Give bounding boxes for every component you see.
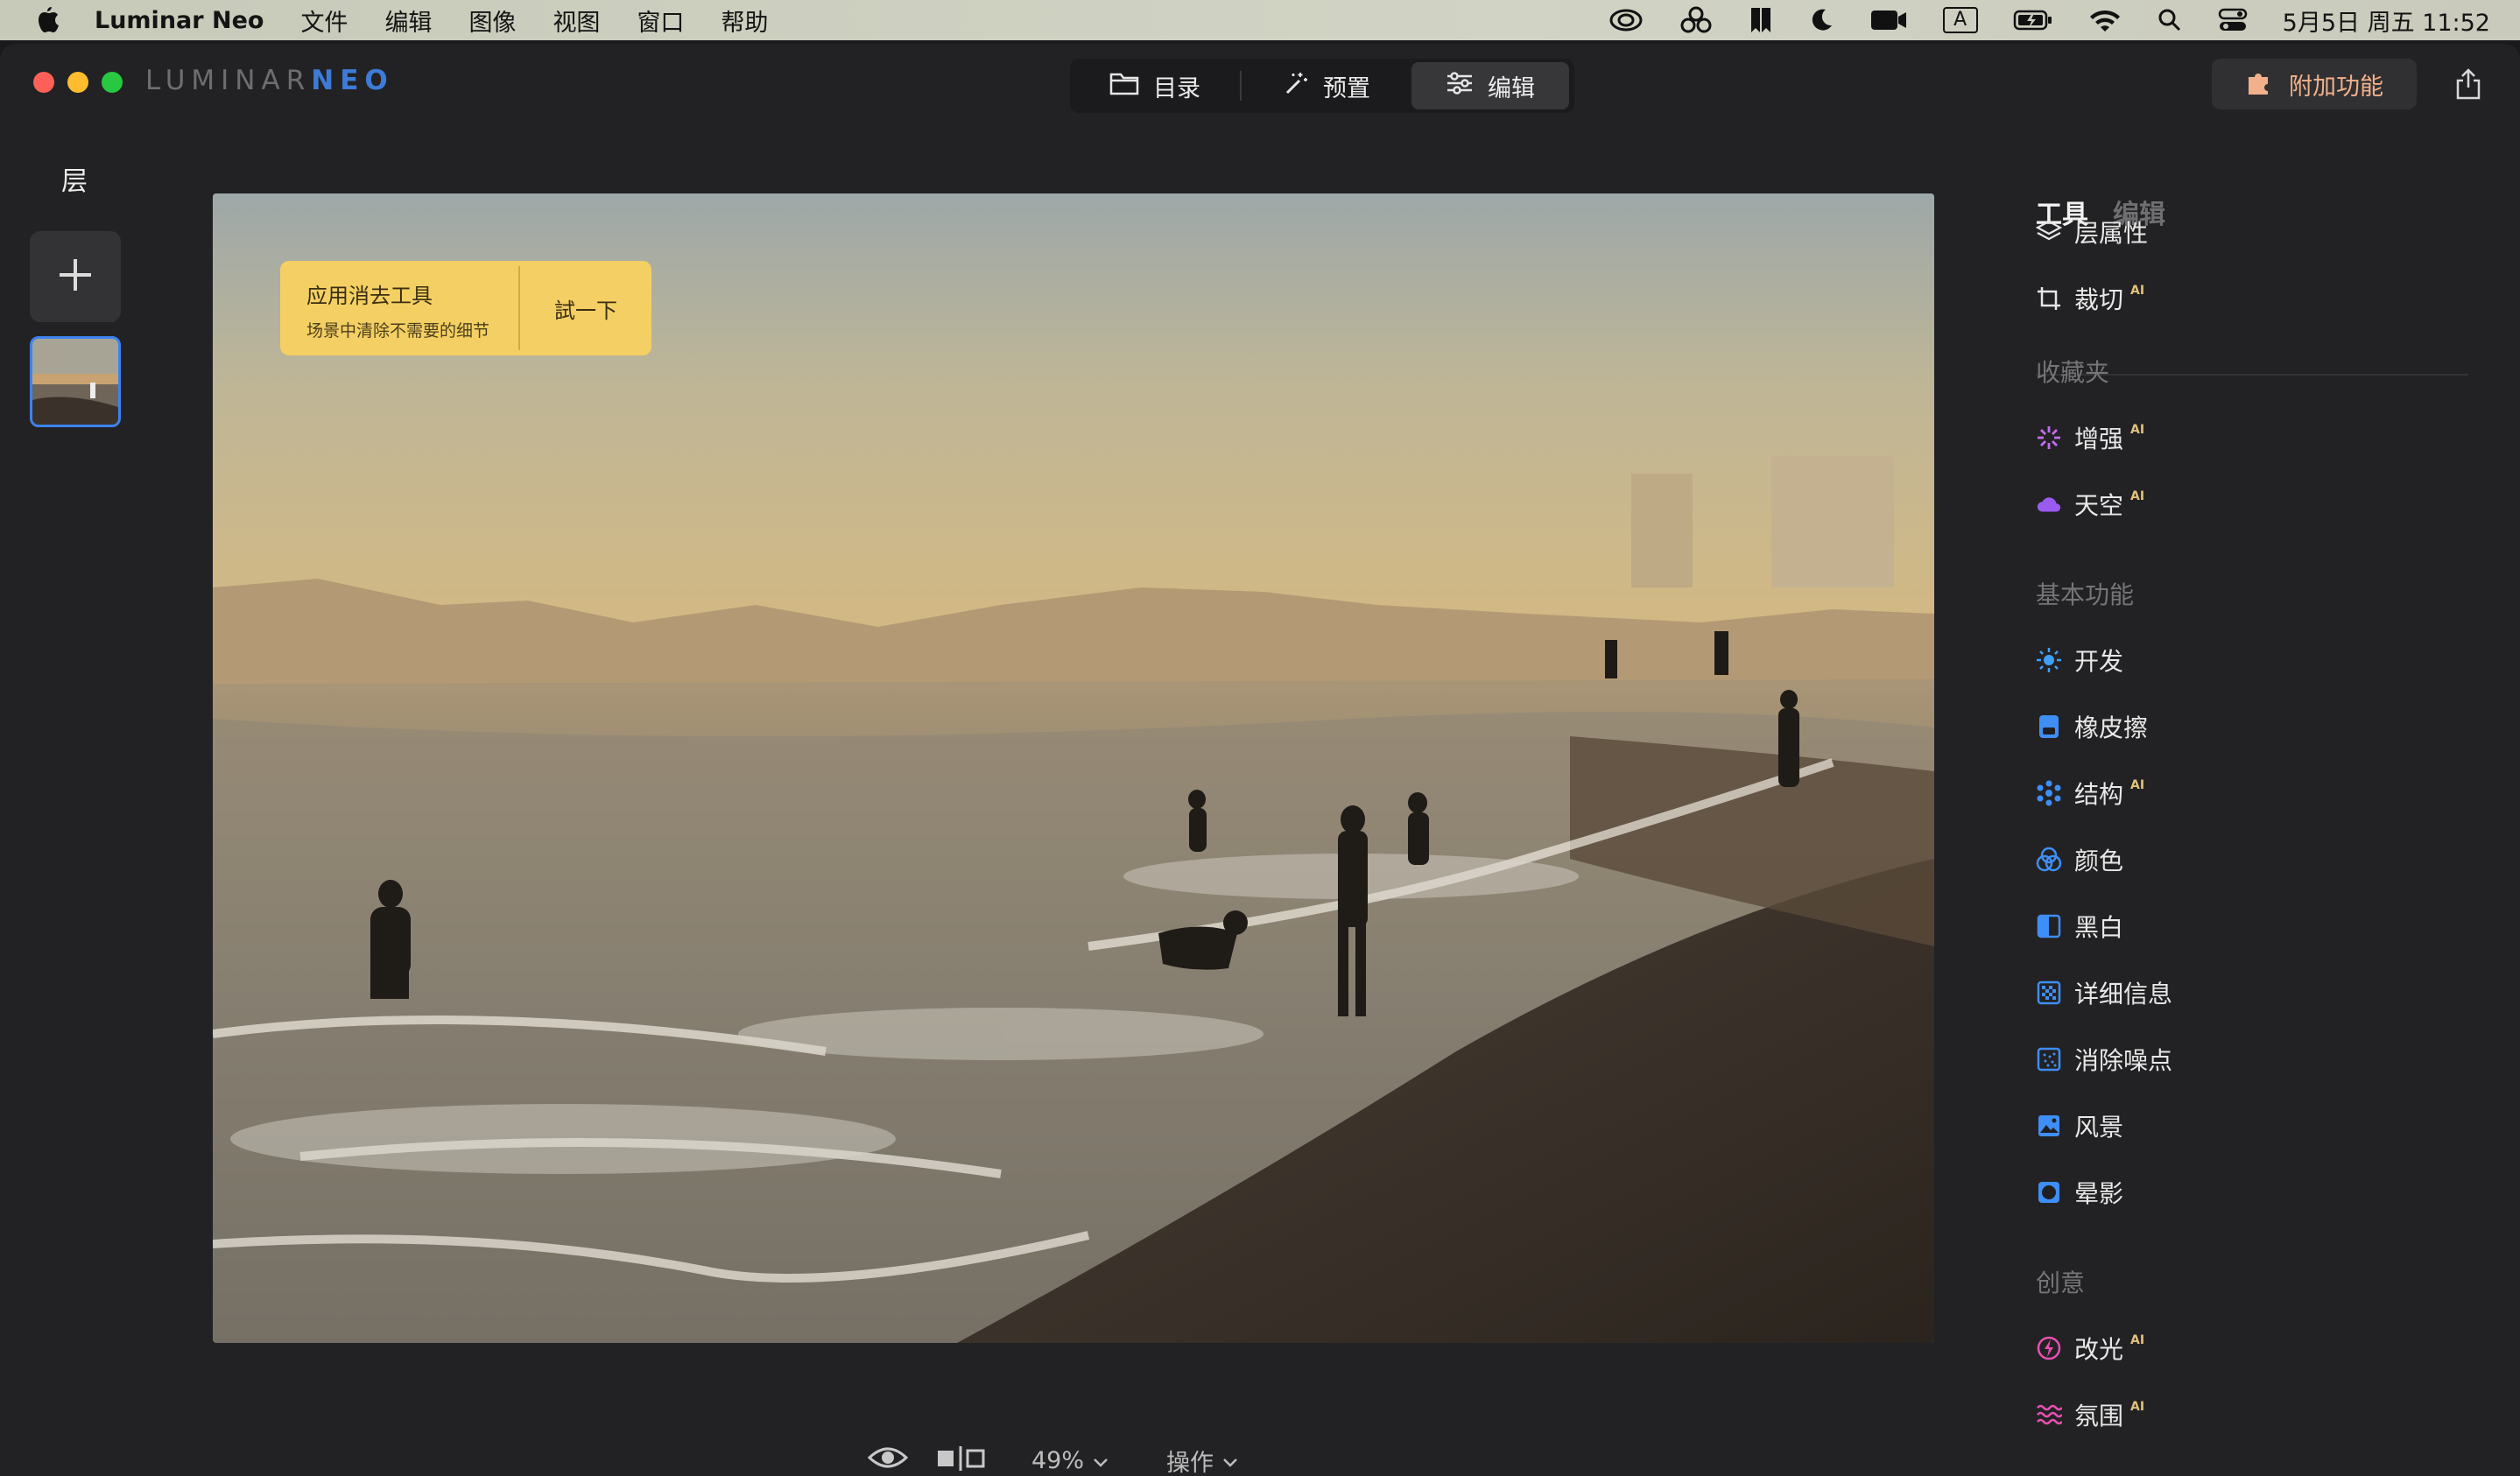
- eye-icon: [867, 1444, 909, 1476]
- mode-switcher: 目录 预置 编辑: [1070, 59, 1574, 113]
- structure-dots-icon: [2036, 780, 2062, 806]
- tool-develop[interactable]: 开发: [2036, 643, 2123, 678]
- extras-button[interactable]: 附加功能: [2212, 59, 2417, 109]
- preview-toggle-button[interactable]: [867, 1444, 909, 1476]
- hint-text: 应用消去工具 场景中清除不需要的细节: [280, 261, 518, 355]
- sliders-icon: [1446, 71, 1474, 102]
- system-menu-bar: Luminar Neo 文件 编辑 图像 视图 窗口 帮助 A 5月5日 周五 …: [0, 0, 2520, 40]
- ai-badge: AI: [2130, 423, 2145, 437]
- spotlight-search-icon[interactable]: [2157, 7, 2183, 33]
- tool-crop[interactable]: 裁切 AI: [2036, 281, 2144, 316]
- plus-icon: [56, 256, 95, 298]
- compare-button[interactable]: [935, 1444, 986, 1476]
- apple-icon[interactable]: [35, 5, 61, 35]
- layers-icon: [2036, 219, 2062, 245]
- sun-icon: [2036, 647, 2062, 673]
- actions-label: 操作: [1166, 1449, 1214, 1476]
- menu-image[interactable]: 图像: [468, 4, 516, 38]
- wifi-icon[interactable]: [2088, 7, 2122, 33]
- zoom-value: 49%: [1031, 1446, 1085, 1474]
- ai-badge: AI: [2130, 778, 2145, 792]
- menu-help[interactable]: 帮助: [721, 4, 768, 38]
- eraser-icon: [2036, 713, 2062, 740]
- creative-section-title: 创意: [2036, 1269, 2086, 1297]
- tool-sky[interactable]: 天空 AI: [2036, 487, 2144, 522]
- color-circles-icon: [2036, 847, 2062, 873]
- tab-catalog[interactable]: 目录: [1073, 62, 1236, 109]
- control-center-icon[interactable]: [2218, 7, 2248, 33]
- cloud-sync-icon[interactable]: [1679, 5, 1714, 35]
- crop-icon: [2036, 285, 2062, 312]
- sparkle-icon: [2036, 425, 2062, 451]
- tool-denoise[interactable]: 消除噪点: [2036, 1042, 2172, 1077]
- app-logo: LUMINARNEO: [145, 65, 394, 96]
- favorites-section-title: 收藏夹: [2036, 358, 2110, 387]
- chevron-down-icon: [1093, 1447, 1109, 1474]
- title-bar: LUMINARNEO 目录 预置 编辑 附加功能: [0, 44, 2520, 123]
- ai-badge: AI: [2130, 284, 2145, 298]
- noise-icon: [2036, 1046, 2062, 1072]
- photo-canvas[interactable]: [213, 193, 1934, 1343]
- minimize-window-button[interactable]: [67, 72, 88, 93]
- mode-separator: [1240, 71, 1242, 101]
- split-compare-icon: [935, 1444, 986, 1476]
- erase-tool-hint: 应用消去工具 场景中清除不需要的细节 試一下: [280, 261, 651, 355]
- puzzle-icon: [2245, 67, 2275, 102]
- app-window: LUMINARNEO 目录 预置 编辑 附加功能 层 应用消去工具 场景中清除不…: [0, 44, 2520, 1476]
- lightning-icon: [2036, 1335, 2062, 1361]
- add-layer-button[interactable]: [30, 231, 121, 322]
- hint-title: 应用消去工具: [306, 284, 433, 308]
- waves-icon: [2036, 1402, 2062, 1428]
- tool-enhance[interactable]: 增强 AI: [2036, 420, 2144, 455]
- tab-presets[interactable]: 预置: [1245, 62, 1408, 109]
- tool-layer-properties[interactable]: 层属性: [2036, 214, 2148, 250]
- tool-color[interactable]: 颜色: [2036, 842, 2123, 877]
- folder-icon: [1109, 71, 1139, 102]
- ai-badge: AI: [2130, 489, 2145, 503]
- menu-edit[interactable]: 编辑: [384, 4, 432, 38]
- tool-structure[interactable]: 结构 AI: [2036, 776, 2144, 811]
- menu-file[interactable]: 文件: [300, 4, 348, 38]
- menu-view[interactable]: 视图: [553, 4, 600, 38]
- share-button[interactable]: [2452, 68, 2485, 103]
- tool-landscape[interactable]: 风景: [2036, 1108, 2123, 1143]
- cloud-icon: [2036, 491, 2062, 517]
- menu-window[interactable]: 窗口: [637, 4, 684, 38]
- tool-atmosphere[interactable]: 氛围 AI: [2036, 1397, 2144, 1432]
- share-icon: [2454, 67, 2482, 104]
- vignette-icon: [2036, 1179, 2062, 1205]
- tool-details[interactable]: 详细信息: [2036, 975, 2172, 1010]
- ai-badge: AI: [2130, 1333, 2145, 1347]
- hint-subtitle: 场景中清除不需要的细节: [306, 321, 490, 341]
- close-window-button[interactable]: [33, 72, 54, 93]
- menubar-clock[interactable]: 5月5日 周五 11:52: [2283, 4, 2490, 38]
- battery-icon[interactable]: [2013, 9, 2053, 32]
- layers-panel-title: 层: [61, 166, 88, 197]
- zoom-window-button[interactable]: [102, 72, 123, 93]
- layer-thumbnail[interactable]: [30, 336, 121, 427]
- camera-icon[interactable]: [1869, 8, 1908, 32]
- chevron-down-icon: [1222, 1447, 1238, 1474]
- input-method-indicator[interactable]: A: [1942, 7, 1978, 33]
- actions-dropdown[interactable]: 操作: [1166, 1444, 1238, 1476]
- tool-vignette[interactable]: 晕影: [2036, 1175, 2123, 1210]
- tool-black-white[interactable]: 黑白: [2036, 909, 2123, 944]
- essentials-section-title: 基本功能: [2036, 580, 2135, 609]
- magic-wand-icon: [1283, 70, 1309, 102]
- landscape-icon: [2036, 1113, 2062, 1139]
- grid-detail-icon: [2036, 980, 2062, 1006]
- bw-split-icon: [2036, 913, 2062, 939]
- tool-relight[interactable]: 改光 AI: [2036, 1331, 2144, 1366]
- bottom-toolbar: 49% 操作: [867, 1434, 1238, 1476]
- bookmark-app-icon[interactable]: [1749, 6, 1773, 34]
- tab-edit[interactable]: 编辑: [1411, 62, 1569, 109]
- tool-eraser[interactable]: 橡皮擦: [2036, 709, 2148, 744]
- zoom-dropdown[interactable]: 49%: [1031, 1447, 1109, 1474]
- creative-cloud-icon[interactable]: [1608, 7, 1644, 33]
- app-name-menu[interactable]: Luminar Neo: [95, 7, 264, 34]
- moon-icon[interactable]: [1808, 7, 1834, 33]
- try-it-button[interactable]: 試一下: [520, 261, 651, 355]
- ai-badge: AI: [2130, 1400, 2145, 1414]
